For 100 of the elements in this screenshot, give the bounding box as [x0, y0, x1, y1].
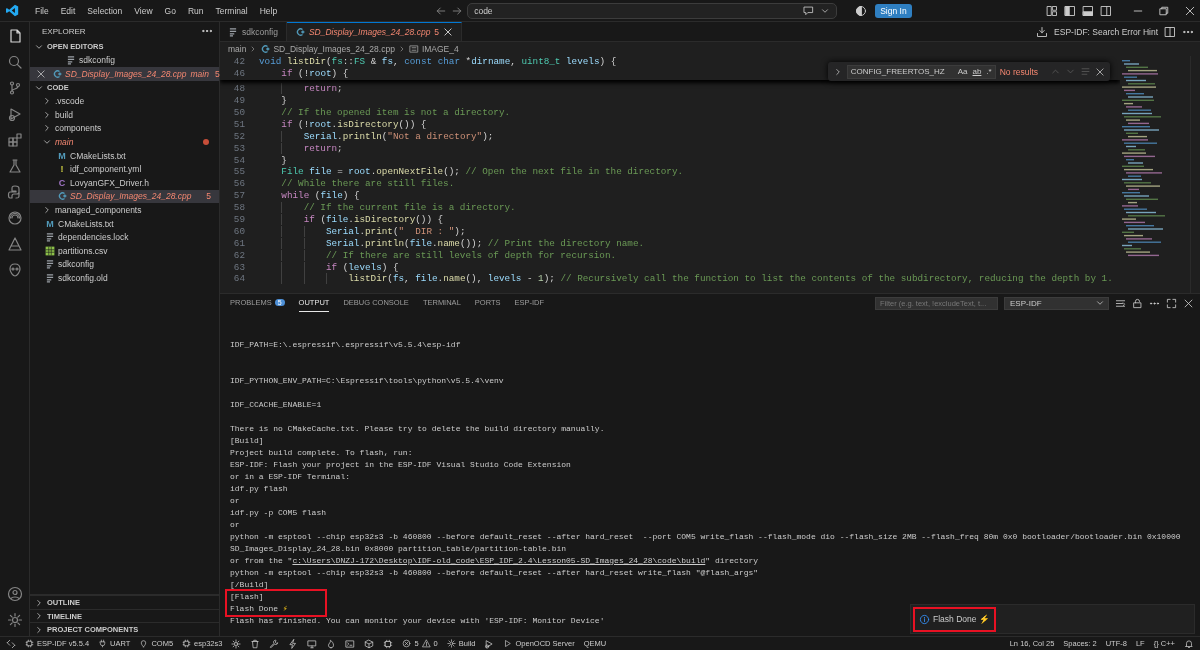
panel-toggle-icon[interactable] — [1082, 4, 1094, 17]
tree-item[interactable]: C LovyanGFX_Driver.h — [30, 175, 219, 190]
chip-icon — [25, 639, 34, 648]
output-line: [/Build] — [230, 579, 269, 591]
regex-toggle[interactable]: .* — [986, 67, 992, 76]
line-number: 54 — [232, 154, 246, 166]
gear-icon[interactable] — [231, 638, 242, 649]
account-icon[interactable] — [6, 586, 23, 602]
search-icon[interactable] — [6, 54, 23, 70]
close-icon[interactable] — [443, 27, 454, 37]
sidebar-toggle-icon[interactable] — [1064, 4, 1076, 17]
open-editor-item[interactable]: SD_Display_Images_24_28.cpp main 5 — [30, 67, 219, 81]
cmake-file-icon: M — [57, 150, 67, 161]
find-field[interactable]: CONFIG_FREERTOS_HZ Aa ab .* — [846, 64, 996, 79]
alien-icon[interactable] — [6, 262, 23, 278]
line-number: 55 — [232, 166, 246, 178]
menu-item[interactable]: Terminal — [211, 3, 252, 18]
channel-dropdown[interactable]: ESP-IDF — [1004, 296, 1109, 310]
split-editor-icon[interactable] — [1164, 25, 1176, 38]
chevron-right-icon[interactable] — [34, 611, 44, 622]
tree-item[interactable]: dependencies.lock — [30, 230, 219, 244]
trash-icon[interactable] — [250, 638, 261, 649]
folder-link[interactable]: c:\Users\DNZJ-172\Desktop\IDF-old_code\ESP_IDF_2.4\Lesson05-SD_Images_24_28\code\build — [292, 556, 706, 565]
output-line: or from the "c:\Users\DNZJ-172\Desktop\IDF-old_code\ESP_IDF_2.4\Lesson05-SD_Images_24_28\code\build" directory — [230, 555, 759, 567]
restore-icon[interactable] — [1158, 4, 1170, 17]
menu-item[interactable]: View — [130, 3, 157, 18]
signal-icon[interactable] — [6, 210, 23, 226]
tree-item[interactable]: managed_components — [30, 203, 219, 217]
accounts-icon[interactable] — [855, 4, 868, 17]
output-line: or in a ESP-IDF Terminal: — [230, 471, 351, 483]
tree-item[interactable]: .vscode — [30, 94, 219, 108]
chevron-right-icon[interactable] — [42, 123, 52, 134]
tree-item[interactable]: build — [30, 107, 219, 122]
command-center[interactable]: code — [467, 2, 838, 19]
maximize-icon[interactable] — [1166, 297, 1177, 309]
settings-icon[interactable] — [6, 612, 23, 628]
problem-count: 5 — [206, 191, 211, 202]
forward-icon[interactable] — [451, 4, 464, 17]
line-number: 58 — [232, 202, 246, 214]
error-hint-button[interactable]: ESP-IDF: Search Error Hint — [1054, 26, 1158, 37]
c-file-icon: C — [57, 177, 67, 188]
run-debug-icon[interactable] — [6, 106, 23, 122]
tree-item[interactable]: main — [30, 135, 219, 149]
breadcrumb-item[interactable]: IMAGE_4 — [421, 44, 459, 54]
lock-icon[interactable] — [1132, 297, 1143, 309]
secondary-sidebar-icon[interactable] — [1100, 4, 1112, 17]
tree-item[interactable]: M CMakeLists.txt — [30, 148, 219, 163]
menu-item[interactable]: Go — [160, 3, 180, 18]
sidebar-title: EXPLORER — [42, 26, 86, 36]
chevron-right-icon[interactable] — [42, 109, 52, 120]
chip-icon[interactable] — [383, 638, 394, 649]
monitor-icon[interactable] — [307, 638, 318, 649]
tree-item[interactable]: partitions.csv — [30, 243, 219, 258]
terminal-icon[interactable] — [345, 638, 356, 649]
gear-icon — [446, 639, 456, 648]
config-file-icon — [228, 26, 238, 37]
close-icon[interactable] — [1095, 66, 1105, 77]
cpp-file-icon — [52, 69, 62, 79]
tree-item[interactable]: M CMakeLists.txt — [30, 216, 219, 231]
chevron-right-icon[interactable] — [34, 597, 44, 608]
tree-item[interactable]: SD_Display_Images_24_28.cpp 5 — [30, 189, 219, 204]
extensions-icon[interactable] — [6, 132, 23, 148]
open-editor-item[interactable]: sdkconfig — [30, 53, 219, 68]
menu-item[interactable]: Help — [255, 3, 282, 18]
wrench-icon[interactable] — [269, 638, 280, 649]
chevron-right-icon[interactable] — [42, 204, 52, 215]
bell-icon[interactable] — [1184, 638, 1194, 649]
match-case-toggle[interactable]: Aa — [957, 67, 968, 76]
sign-in-button[interactable]: Sign In — [875, 3, 912, 18]
download-icon[interactable] — [1036, 25, 1049, 38]
whole-word-toggle[interactable]: ab — [972, 67, 982, 76]
triangle-icon[interactable] — [6, 236, 23, 252]
editor-tab[interactable]: SD_Display_Images_24_28.cpp 5 — [286, 22, 463, 41]
menu-item[interactable]: Run — [183, 3, 208, 18]
tree-item[interactable]: ! idf_component.yml — [30, 162, 219, 176]
error-icon — [402, 639, 412, 648]
box-icon[interactable] — [364, 638, 375, 649]
breadcrumb-item[interactable]: SD_Display_Images_24_28.cpp — [273, 44, 395, 54]
tree-item[interactable]: sdkconfig.old — [30, 271, 219, 285]
menu-item[interactable]: Edit — [56, 3, 80, 18]
remote-icon[interactable] — [6, 638, 16, 649]
chevron-right-icon[interactable] — [34, 624, 44, 635]
tree-item[interactable]: sdkconfig — [30, 257, 219, 272]
chevron-right-icon[interactable] — [42, 96, 52, 107]
output-line: or — [230, 519, 240, 531]
code-line: } — [280, 95, 287, 107]
chat-icon[interactable] — [803, 5, 815, 16]
lightning-icon[interactable] — [288, 638, 299, 649]
chip-icon — [182, 639, 192, 648]
python-icon[interactable] — [6, 184, 23, 200]
menu-item[interactable]: File — [31, 3, 53, 18]
tree-item[interactable]: components — [30, 121, 219, 136]
list-icon[interactable] — [1115, 297, 1126, 309]
layout-icon[interactable] — [1046, 4, 1058, 17]
menu-item[interactable]: Selection — [83, 3, 127, 18]
close-icon[interactable] — [1184, 4, 1196, 17]
breadcrumb-item[interactable]: main — [228, 44, 247, 54]
back-icon[interactable] — [435, 4, 448, 17]
close-icon[interactable] — [36, 69, 46, 79]
close-icon[interactable] — [1183, 297, 1194, 309]
